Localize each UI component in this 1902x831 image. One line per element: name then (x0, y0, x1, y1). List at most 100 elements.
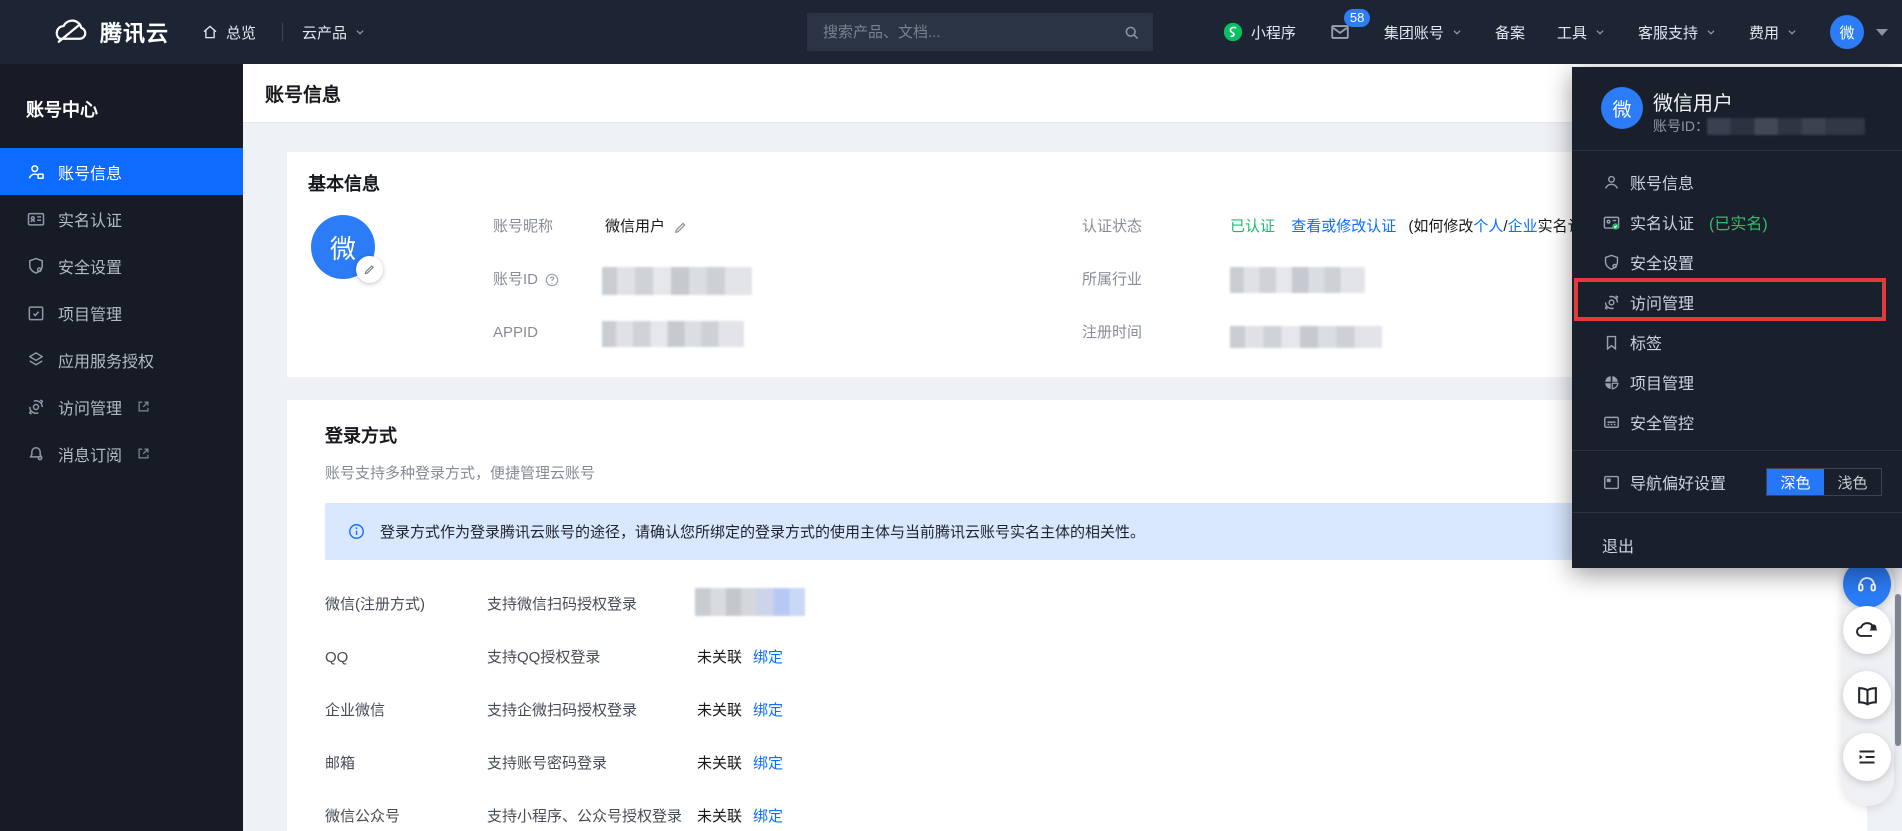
brand[interactable]: 腾讯云 (52, 16, 169, 48)
bell-icon (26, 444, 46, 464)
nav-overview-label: 总览 (226, 22, 256, 43)
nav-overview[interactable]: 总览 (201, 22, 256, 43)
auth-status-label: 认证状态 (1082, 217, 1142, 237)
bind-link[interactable]: 绑定 (753, 648, 783, 668)
login-method-status: 未关联 (697, 648, 742, 668)
nickname-label: 账号昵称 (493, 217, 553, 237)
account-avatar-text: 微 (330, 229, 356, 266)
panel-menu: 账号信息 实名认证 (已实名) 安全设置 访问管理 标签 项目管理 (1572, 162, 1902, 442)
login-method-desc: 支持企微扫码授权登录 (487, 701, 637, 721)
cloud-notification-float-button[interactable] (1843, 606, 1891, 654)
login-method-desc: 支持微信扫码授权登录 (487, 595, 637, 615)
login-method-name: 微信公众号 (325, 807, 400, 827)
avatar-caret-icon[interactable] (1876, 29, 1888, 36)
sidebar-item-label: 访问管理 (58, 395, 122, 419)
search-icon[interactable] (1122, 23, 1141, 42)
panel-item-label: 账号信息 (1630, 170, 1694, 194)
docs-float-button[interactable] (1843, 671, 1891, 719)
nav-tools[interactable]: 工具 (1557, 22, 1606, 43)
mail-button[interactable]: 58 (1328, 21, 1352, 43)
login-method-desc: 支持小程序、公众号授权登录 (487, 807, 682, 827)
theme-dark-option[interactable]: 深色 (1767, 469, 1824, 495)
login-row-wecom: 企业微信 支持企微扫码授权登录 未关联 绑定 (287, 691, 1867, 744)
brand-name: 腾讯云 (100, 16, 169, 48)
logout-button[interactable]: 退出 (1602, 533, 1634, 557)
nav-group-account[interactable]: 集团账号 (1384, 22, 1463, 43)
login-row-email: 邮箱 支持账号密码登录 未关联 绑定 (287, 744, 1867, 797)
panel-item-security-settings[interactable]: 安全设置 (1572, 242, 1902, 282)
login-methods-subtitle: 账号支持多种登录方式，便捷管理云账号 (325, 462, 595, 483)
panel-item-tags[interactable]: 标签 (1572, 322, 1902, 362)
theme-light-option[interactable]: 浅色 (1824, 469, 1881, 495)
edit-avatar-button[interactable] (356, 256, 383, 283)
nav-billing-label: 费用 (1749, 22, 1779, 43)
sidebar-item-real-name[interactable]: 实名认证 (0, 195, 243, 242)
search-input[interactable] (807, 24, 1122, 41)
sidebar-item-label: 安全设置 (58, 254, 122, 278)
panel-item-real-name[interactable]: 实名认证 (已实名) (1572, 202, 1902, 242)
pencil-icon (363, 263, 376, 276)
industry-value-redacted (1230, 267, 1365, 293)
chevron-down-icon (1786, 26, 1798, 38)
verified-badge: (已实名) (1709, 210, 1768, 234)
panel-item-cam[interactable]: 访问管理 (1572, 282, 1902, 322)
sidebar-item-security-settings[interactable]: 安全设置 (0, 242, 243, 289)
enterprise-auth-link[interactable]: 企业 (1508, 218, 1538, 235)
login-method-name: 邮箱 (325, 754, 355, 774)
bind-link[interactable]: 绑定 (753, 807, 783, 827)
chevron-down-icon (1451, 26, 1463, 38)
edit-nickname-button[interactable] (673, 220, 688, 235)
login-method-status: 未关联 (697, 807, 742, 827)
layout-icon (1602, 473, 1621, 492)
shield-icon (26, 256, 46, 276)
nav-preference-label: 导航偏好设置 (1630, 470, 1726, 494)
person-icon (1602, 173, 1621, 192)
panel-item-security-control[interactable]: 安全管控 (1572, 402, 1902, 442)
info-icon (347, 522, 366, 541)
personal-auth-link[interactable]: 个人 (1473, 218, 1503, 235)
sidebar: 账号中心 账号信息 实名认证 安全设置 项目管理 应用服务授权 访问管理 (0, 64, 243, 831)
book-icon (1855, 683, 1880, 708)
sidebar-item-label: 应用服务授权 (58, 348, 154, 372)
panel-divider (1572, 450, 1902, 451)
chevron-down-icon (1594, 26, 1606, 38)
sidebar-item-project-mgmt[interactable]: 项目管理 (0, 289, 243, 336)
bind-link[interactable]: 绑定 (753, 701, 783, 721)
pinwheel-icon (1602, 373, 1621, 392)
panel-divider (1572, 512, 1902, 513)
panel-item-project-mgmt[interactable]: 项目管理 (1572, 362, 1902, 402)
sidebar-item-message-subscription[interactable]: 消息订阅 (0, 430, 243, 477)
sidebar-item-label: 账号信息 (58, 160, 122, 184)
login-method-name: 微信(注册方式) (325, 595, 425, 615)
nav-billing[interactable]: 费用 (1749, 22, 1798, 43)
sidebar-item-account-info[interactable]: 账号信息 (0, 148, 243, 195)
tencent-cloud-console: 腾讯云 总览 云产品 (0, 0, 1902, 831)
sidebar-item-cam[interactable]: 访问管理 (0, 383, 243, 430)
login-method-status: 未关联 (697, 754, 742, 774)
access-management-icon (1602, 293, 1621, 312)
nav-products-label: 云产品 (302, 22, 347, 43)
page-title: 账号信息 (265, 80, 341, 107)
bind-link[interactable]: 绑定 (753, 754, 783, 774)
sidebar-item-app-service-auth[interactable]: 应用服务授权 (0, 336, 243, 383)
cloud-bell-icon (1854, 617, 1880, 643)
nav-beian-label: 备案 (1495, 22, 1525, 43)
view-modify-auth-link[interactable]: 查看或修改认证 (1291, 218, 1396, 235)
nav-beian[interactable]: 备案 (1495, 22, 1525, 43)
nav-support[interactable]: 客服支持 (1638, 22, 1717, 43)
external-link-icon (136, 399, 151, 414)
user-avatar[interactable]: 微 (1830, 15, 1864, 49)
sidebar-item-label: 项目管理 (58, 301, 122, 325)
panel-item-account-info[interactable]: 账号信息 (1572, 162, 1902, 202)
scrollbar-thumb[interactable] (1895, 594, 1901, 746)
login-methods-title: 登录方式 (325, 422, 397, 448)
nav-mini-program[interactable]: 小程序 (1222, 21, 1296, 43)
help-icon[interactable] (544, 272, 560, 288)
feedback-float-button[interactable] (1843, 733, 1891, 781)
login-row-qq: QQ 支持QQ授权登录 未关联 绑定 (287, 638, 1867, 691)
nav-products[interactable]: 云产品 (302, 22, 366, 43)
login-method-name: 企业微信 (325, 701, 385, 721)
account-avatar: 微 (311, 215, 375, 279)
panel-item-label: 实名认证 (1630, 210, 1694, 234)
wechat-account-redacted (695, 588, 805, 616)
